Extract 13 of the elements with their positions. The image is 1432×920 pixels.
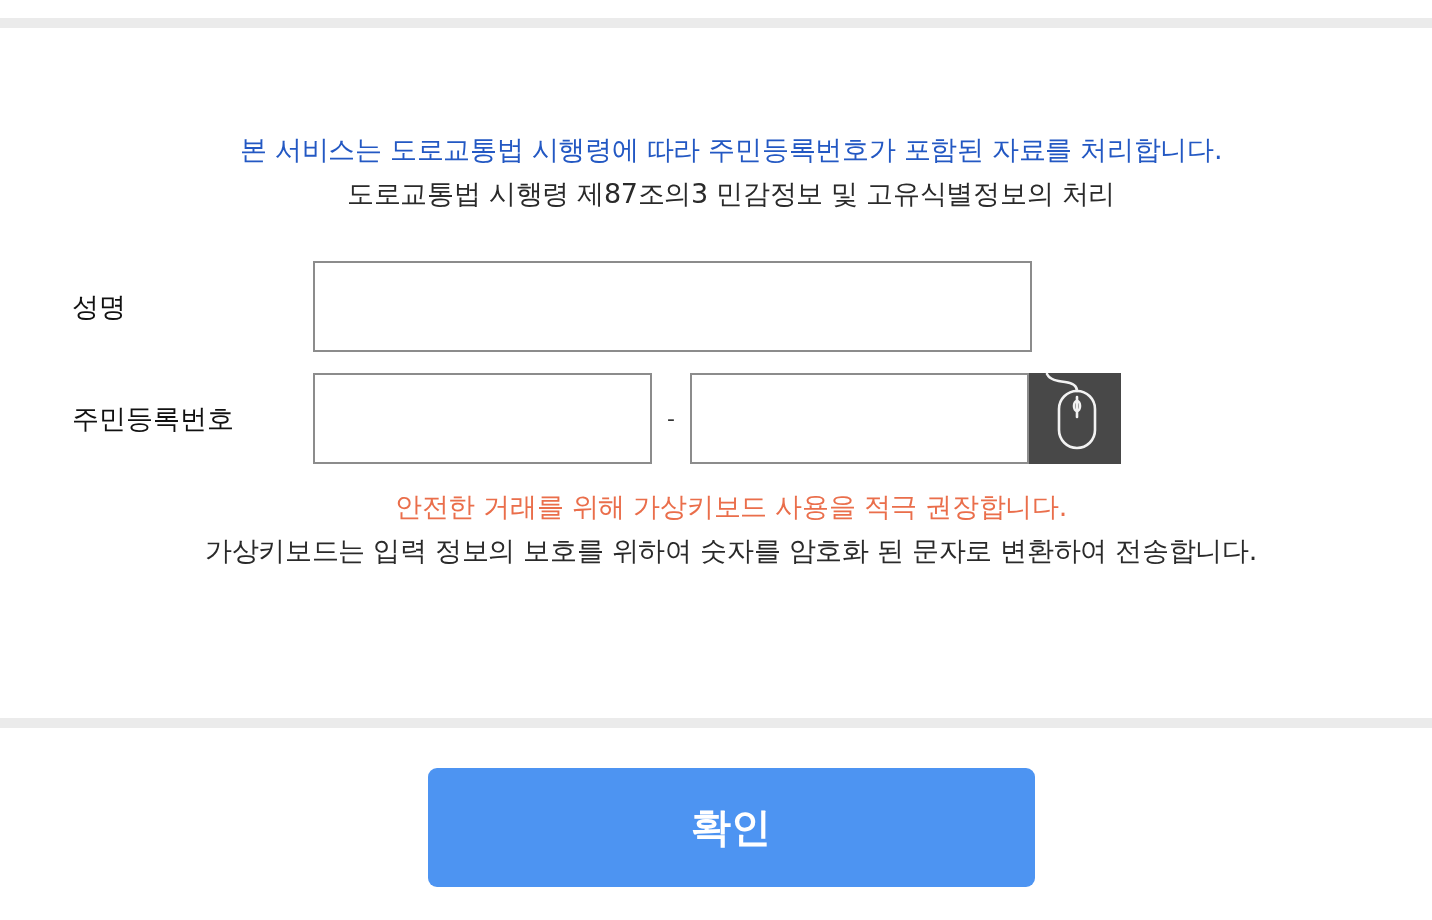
field-label: 주민등록번호 [72, 401, 235, 436]
separator-text: - [666, 406, 676, 431]
mouse-icon [1045, 373, 1097, 451]
field-label: 성명 [72, 289, 127, 324]
notice-subtitle: 도로교통법 시행령 제87조의3 민감정보 및 고유식별정보의 처리 [347, 177, 1115, 211]
input-field[interactable] [690, 373, 1029, 464]
keyboard-description: 가상키보드는 입력 정보의 보호를 위하여 숫자를 암호화 된 문자로 변환하여 전송합니다. [204, 534, 1258, 568]
virtual-keyboard-button[interactable] [1029, 373, 1121, 464]
input-field[interactable] [313, 373, 652, 464]
notice-title: 본 서비스는 도로교통법 시행령에 따라 주민등록번호가 포함된 자료를 처리합니다. [239, 133, 1223, 167]
confirm-button[interactable]: 확인 [427, 768, 1035, 887]
keyboard-warning: 안전한 거래를 위해 가상키보드 사용을 적극 권장합니다. [394, 490, 1068, 524]
input-field[interactable] [313, 261, 1032, 352]
